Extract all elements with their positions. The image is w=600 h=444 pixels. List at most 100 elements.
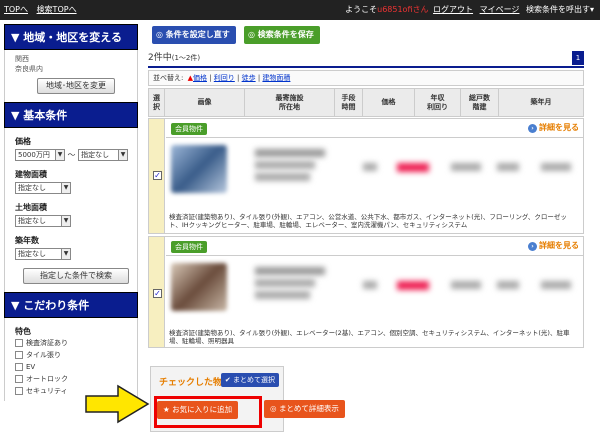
select-all-label: まとめて選択 — [233, 376, 275, 384]
sort-price-link[interactable]: 価格 — [193, 74, 207, 82]
yield-text — [451, 281, 481, 289]
header-built: 築年月 — [498, 88, 584, 117]
age-select[interactable]: 指定なし ▼ — [15, 248, 71, 260]
arrow-right-icon: ◎ — [270, 404, 277, 413]
building-value: 指定なし — [18, 184, 46, 192]
built-text — [541, 163, 571, 171]
property-photo[interactable] — [171, 263, 227, 311]
pointer-arrow-icon — [85, 384, 150, 424]
page-number[interactable]: 1 — [572, 51, 584, 65]
save-icon: ◎ — [248, 30, 255, 39]
top-bar: TOPへ 検索TOPへ ようこそu6851ofiさん ログアウト マイページ 検… — [0, 0, 600, 20]
features-label: 特色 — [15, 327, 31, 336]
sort-yield-link[interactable]: 利回り — [214, 74, 235, 82]
reset-conditions-button[interactable]: ◎ 条件を設定し直す — [152, 26, 236, 44]
user-links: ようこそu6851ofiさん ログアウト マイページ 検索条件を呼出す▾ — [345, 0, 594, 20]
price-min-value: 5000万円 — [18, 151, 50, 159]
price-label: 価格 — [15, 137, 31, 146]
property-features: 検査済証(建築物あり)、タイル張り(外観)、エアコン、公営水道、公共下水、都市ガ… — [169, 213, 567, 229]
units-text — [497, 163, 519, 171]
feature-checkbox[interactable]: タイル張り — [15, 349, 137, 361]
header-select: 選 択 — [148, 88, 165, 117]
search-conditions-button[interactable]: 指定した条件で検索 — [23, 268, 129, 284]
chevron-down-icon: ▼ — [61, 183, 70, 193]
address-text — [255, 161, 315, 169]
property-features: 検査済証(建築物あり)、タイル張り(外観)、エレベーター(2基)、エアコン、個別… — [169, 329, 570, 345]
checkbox-icon — [15, 363, 23, 371]
sidebar: ▼ 地域・地区を変える 関西 奈良県内 地域･地区を変更 ▼ 基本条件 価格 5… — [0, 24, 141, 444]
address-text — [255, 279, 315, 287]
logout-link[interactable]: ログアウト — [433, 5, 473, 14]
units-text — [497, 281, 519, 289]
results-table-header: 選 択 画像 最寄施設 所在地 手段 時間 価格 年収 利回り 総戸数 階建 築… — [148, 88, 584, 117]
chevron-down-icon: ▼ — [55, 150, 64, 160]
header-image: 画像 — [164, 88, 245, 117]
kodawari-header[interactable]: ▼ こだわり条件 — [4, 292, 138, 318]
check-icon: ✔ — [224, 376, 231, 384]
refresh-icon: ◎ — [156, 30, 163, 39]
change-region-button[interactable]: 地域･地区を変更 — [37, 78, 115, 94]
saved-search-menu[interactable]: 検索条件を呼出す▾ — [526, 5, 594, 14]
divider — [166, 137, 583, 138]
checkbox-icon — [15, 387, 23, 395]
access-text — [255, 173, 310, 181]
price-max-value: 指定なし — [81, 151, 110, 159]
property-photo[interactable] — [171, 145, 227, 193]
feature-label: 検査済証あり — [26, 339, 68, 347]
result-range: (1〜2件) — [171, 54, 201, 62]
feature-label: EV — [26, 363, 36, 371]
result-count-bar: 2件中(1〜2件) 1 — [148, 48, 584, 68]
search-top-link[interactable]: 検索TOPへ — [37, 5, 77, 14]
price-max-select[interactable]: 指定なし ▼ — [78, 149, 129, 161]
land-select[interactable]: 指定なし ▼ — [15, 215, 71, 227]
select-all-button[interactable]: ✔ まとめて選択 — [220, 373, 279, 387]
feature-checkbox[interactable]: 検査済証あり — [15, 337, 137, 349]
chevron-down-icon: ▼ — [118, 150, 128, 160]
header-price: 価格 — [362, 88, 415, 117]
top-links: TOPへ 検索TOPへ — [4, 0, 77, 20]
checkbox-icon — [15, 339, 23, 347]
sort-area-link[interactable]: 建物面積 — [262, 74, 290, 82]
chevron-down-icon: ▼ — [61, 249, 70, 259]
price-text — [397, 281, 429, 290]
building-label: 建物面積 — [15, 170, 47, 179]
price-min-select[interactable]: 5000万円 ▼ — [15, 149, 65, 161]
bulk-detail-label: まとめて詳細表示 — [278, 404, 339, 413]
station-text — [255, 149, 325, 157]
region-header[interactable]: ▼ 地域・地区を変える — [4, 24, 138, 50]
price-text — [397, 163, 429, 172]
detail-label: 詳細を見る — [539, 123, 579, 132]
feature-label: タイル張り — [26, 351, 61, 359]
land-value: 指定なし — [18, 217, 46, 225]
reset-label: 条件を設定し直す — [165, 30, 230, 39]
yield-text — [451, 163, 481, 171]
highlight-box — [154, 396, 262, 428]
header-walk: 手段 時間 — [334, 88, 363, 117]
age-label: 築年数 — [15, 236, 39, 245]
building-select[interactable]: 指定なし ▼ — [15, 182, 71, 194]
region-panel: 関西 奈良県内 地域･地区を変更 — [4, 50, 138, 102]
sort-label: 並べ替え: — [153, 74, 184, 82]
bulk-detail-button[interactable]: ◎ まとめて詳細表示 — [264, 400, 345, 418]
checkbox-icon — [15, 351, 23, 359]
land-label: 土地面積 — [15, 203, 47, 212]
save-label: 検索条件を保存 — [257, 30, 314, 39]
top-link[interactable]: TOPへ — [4, 5, 28, 14]
detail-link[interactable]: › 詳細を見る — [528, 240, 579, 251]
age-value: 指定なし — [18, 250, 46, 258]
detail-link[interactable]: › 詳細を見る — [528, 122, 579, 133]
mypage-link[interactable]: マイページ — [480, 5, 520, 14]
property-row: ✓ 会員物件 › 詳細を見る 検査済証(建築物あり)、タイル張り(外観)、エレベー… — [148, 236, 584, 348]
feature-label: オートロック — [26, 375, 68, 383]
welcome-text: ようこそ — [345, 5, 378, 14]
feature-checkbox[interactable]: EV — [15, 361, 137, 373]
basic-header[interactable]: ▼ 基本条件 — [4, 102, 138, 128]
region-line1: 関西 — [15, 55, 29, 63]
sort-walk-link[interactable]: 徒歩 — [242, 74, 256, 82]
property-checkbox[interactable]: ✓ — [153, 171, 162, 180]
sort-bar: 並べ替え: ▲価格 | 利回り | 徒歩 | 建物面積 — [148, 70, 584, 86]
save-search-button[interactable]: ◎ 検索条件を保存 — [244, 26, 320, 44]
property-checkbox[interactable]: ✓ — [153, 289, 162, 298]
header-yield: 年収 利回り — [414, 88, 461, 117]
divider — [166, 255, 583, 256]
